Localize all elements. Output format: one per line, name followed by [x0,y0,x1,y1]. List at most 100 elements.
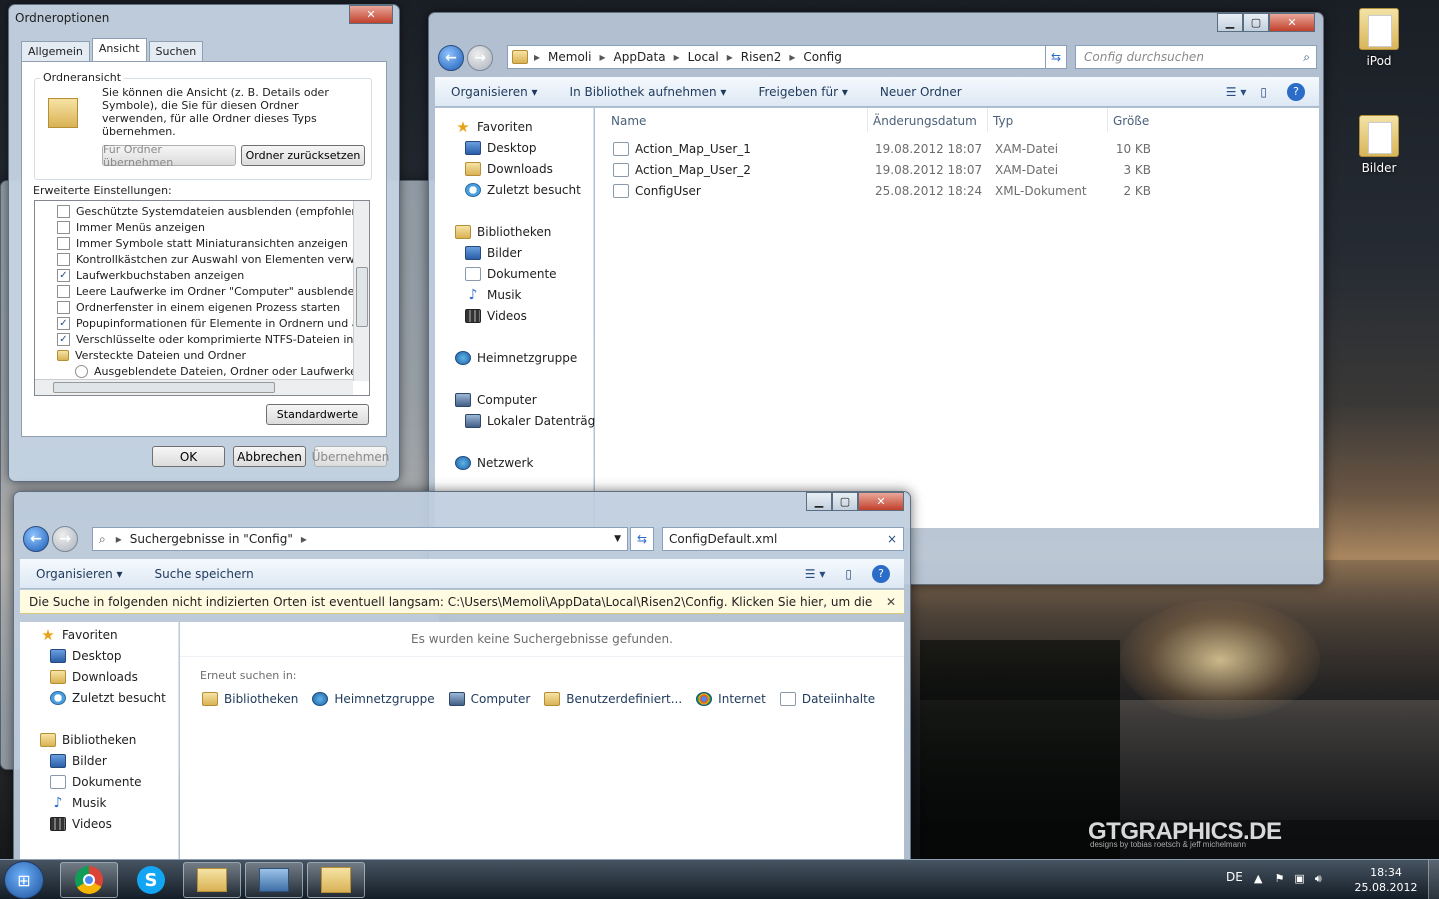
minimize-icon[interactable]: ▁ [806,492,832,511]
vertical-scrollbar[interactable] [353,201,369,381]
checkbox[interactable] [57,301,70,314]
column-name[interactable]: Name [611,114,646,128]
setting-row[interactable]: Leere Laufwerke im Ordner "Computer" aus… [57,285,361,298]
forward-button[interactable]: → [52,526,78,552]
search-again-internet[interactable]: Internet [696,692,766,706]
breadcrumb-item[interactable]: Memoli [548,50,591,64]
nav-documents[interactable]: Dokumente [465,267,557,281]
tab-ansicht[interactable]: Ansicht [91,38,147,62]
search-results-window[interactable]: ▁ ▢ ✕ ← → ⌕ ▸ Suchergebnisse in "Config"… [13,491,911,860]
nav-computer[interactable]: Computer [455,393,537,407]
taskbar-skype[interactable]: S [122,862,180,898]
column-date[interactable]: Änderungsdatum [873,114,977,128]
desktop-icon-bilder[interactable]: Bilder [1349,115,1409,175]
folder-options-dialog[interactable]: Ordneroptionen ✕ Allgemein Ansicht Suche… [8,4,400,482]
nav-libraries[interactable]: Bibliotheken [40,733,136,747]
network-tray-icon[interactable]: ▣ [1294,872,1304,886]
info-bar[interactable]: Die Suche in folgenden nicht indizierten… [20,590,904,614]
advanced-settings-list[interactable]: Geschützte Systemdateien ausblenden (emp… [34,200,370,396]
nav-desktop[interactable]: Desktop [50,649,122,663]
nav-pictures[interactable]: Bilder [465,246,522,260]
reset-folders-button[interactable]: Ordner zurücksetzen [241,145,365,166]
search-input[interactable]: ConfigDefault.xml [669,532,777,546]
close-icon[interactable]: ✕ [886,595,896,609]
nav-downloads[interactable]: Downloads [465,162,553,176]
breadcrumb-item[interactable]: Risen2 [741,50,782,64]
setting-row[interactable]: ✓ Verschlüsselte oder komprimierte NTFS-D… [57,333,369,346]
taskbar-folder[interactable] [307,862,365,898]
save-search-button[interactable]: Suche speichern [139,567,270,581]
breadcrumb-item[interactable]: Local [688,50,719,64]
forward-button[interactable]: → [467,45,493,71]
add-to-library-button[interactable]: In Bibliothek aufnehmen ▾ [554,85,743,99]
address-bar[interactable]: ▸ Memoli ▸ AppData ▸ Local ▸ Risen2 ▸ Co… [507,45,1067,69]
maximize-icon[interactable]: ▢ [832,492,858,511]
search-box[interactable]: ConfigDefault.xml × [662,527,904,551]
close-icon[interactable]: ✕ [1269,13,1315,32]
nav-pictures[interactable]: Bilder [50,754,107,768]
setting-row[interactable]: Kontrollkästchen zur Auswahl von Element… [57,253,369,266]
nav-recent[interactable]: Zuletzt besucht [50,691,166,705]
breadcrumb-item[interactable]: Suchergebnisse in "Config" [130,532,293,546]
file-row[interactable]: Action_Map_User_2 19.08.2012 18:07 XAM-D… [613,163,1151,177]
radio-button[interactable] [75,365,88,378]
back-button[interactable]: ← [438,45,464,71]
nav-recent[interactable]: Zuletzt besucht [465,183,581,197]
nav-homegroup[interactable]: Heimnetzgruppe [455,351,577,365]
ok-button[interactable]: OK [152,446,225,467]
language-indicator[interactable]: DE [1226,870,1243,884]
search-again-homegroup[interactable]: Heimnetzgruppe [312,692,435,706]
organize-button[interactable]: Organisieren ▾ [20,567,139,581]
preview-pane-icon[interactable]: ▯ [1260,85,1267,99]
scrollbar-thumb[interactable] [356,267,368,327]
breadcrumb-item[interactable]: AppData [614,50,666,64]
taskbar-explorer[interactable] [183,862,241,898]
desktop-icon-ipod[interactable]: iPod [1349,8,1409,68]
nav-desktop[interactable]: Desktop [465,141,537,155]
checkbox[interactable] [57,205,70,218]
refresh-button[interactable]: ⇆ [1045,45,1067,69]
volume-icon[interactable]: 🔊︎ [1315,872,1322,886]
nav-music[interactable]: ♪ Musik [465,288,522,302]
new-folder-button[interactable]: Neuer Ordner [864,85,978,99]
apply-to-folders-button[interactable]: Für Ordner übernehmen [102,143,236,169]
preview-pane-icon[interactable]: ▯ [845,567,852,581]
search-input[interactable]: Config durchsuchen [1084,50,1204,64]
nav-favorites[interactable]: ★ Favoriten [40,628,117,643]
search-again-custom[interactable]: Benutzerdefiniert... [544,692,682,706]
apply-button[interactable]: Übernehmen [312,446,389,467]
tray-expand-icon[interactable]: ▲ [1254,872,1262,886]
breadcrumb-item[interactable]: Config [803,50,842,64]
checkbox[interactable] [57,221,70,234]
checkbox-checked[interactable]: ✓ [57,317,70,330]
taskbar-chrome[interactable] [60,862,118,898]
checkbox[interactable] [57,285,70,298]
setting-row[interactable]: ✓ Popupinformationen für Elemente in Ordn… [57,317,369,330]
address-bar[interactable]: ⌕ ▸ Suchergebnisse in "Config" ▸ ▼ [92,527,628,551]
nav-videos[interactable]: Videos [50,817,112,831]
nav-music[interactable]: ♪ Musik [50,796,107,810]
search-box[interactable]: Config durchsuchen ⌕ [1075,45,1317,69]
setting-row[interactable]: Immer Menüs anzeigen [57,221,205,234]
setting-row[interactable]: Ausgeblendete Dateien, Ordner oder Laufw… [75,365,369,378]
start-button[interactable]: ⊞ [4,861,44,899]
cancel-button[interactable]: Abbrechen [233,446,306,467]
search-icon[interactable]: ⌕ [1303,50,1310,65]
nav-local-disk[interactable]: Lokaler Datenträger [465,414,608,428]
close-icon[interactable]: ✕ [349,5,393,24]
setting-row[interactable]: Geschützte Systemdateien ausblenden (emp… [57,205,363,218]
file-row[interactable]: ConfigUser 25.08.2012 18:24 XML-Dokument… [613,184,1151,198]
chevron-down-icon[interactable]: ▼ [614,534,621,544]
checkbox-checked[interactable]: ✓ [57,333,70,346]
clear-search-icon[interactable]: × [887,532,897,546]
nav-network[interactable]: Netzwerk [455,456,533,470]
setting-row[interactable]: Ordnerfenster in einem eigenen Prozess s… [57,301,340,314]
checkbox[interactable] [57,253,70,266]
organize-button[interactable]: Organisieren ▾ [435,85,554,99]
checkbox-checked[interactable]: ✓ [57,269,70,282]
nav-favorites[interactable]: ★ Favoriten [455,120,532,135]
maximize-icon[interactable]: ▢ [1243,13,1269,32]
column-size[interactable]: Größe [1113,114,1149,128]
action-center-flag-icon[interactable]: ⚑ [1274,872,1284,886]
tab-suchen[interactable]: Suchen [148,41,204,62]
